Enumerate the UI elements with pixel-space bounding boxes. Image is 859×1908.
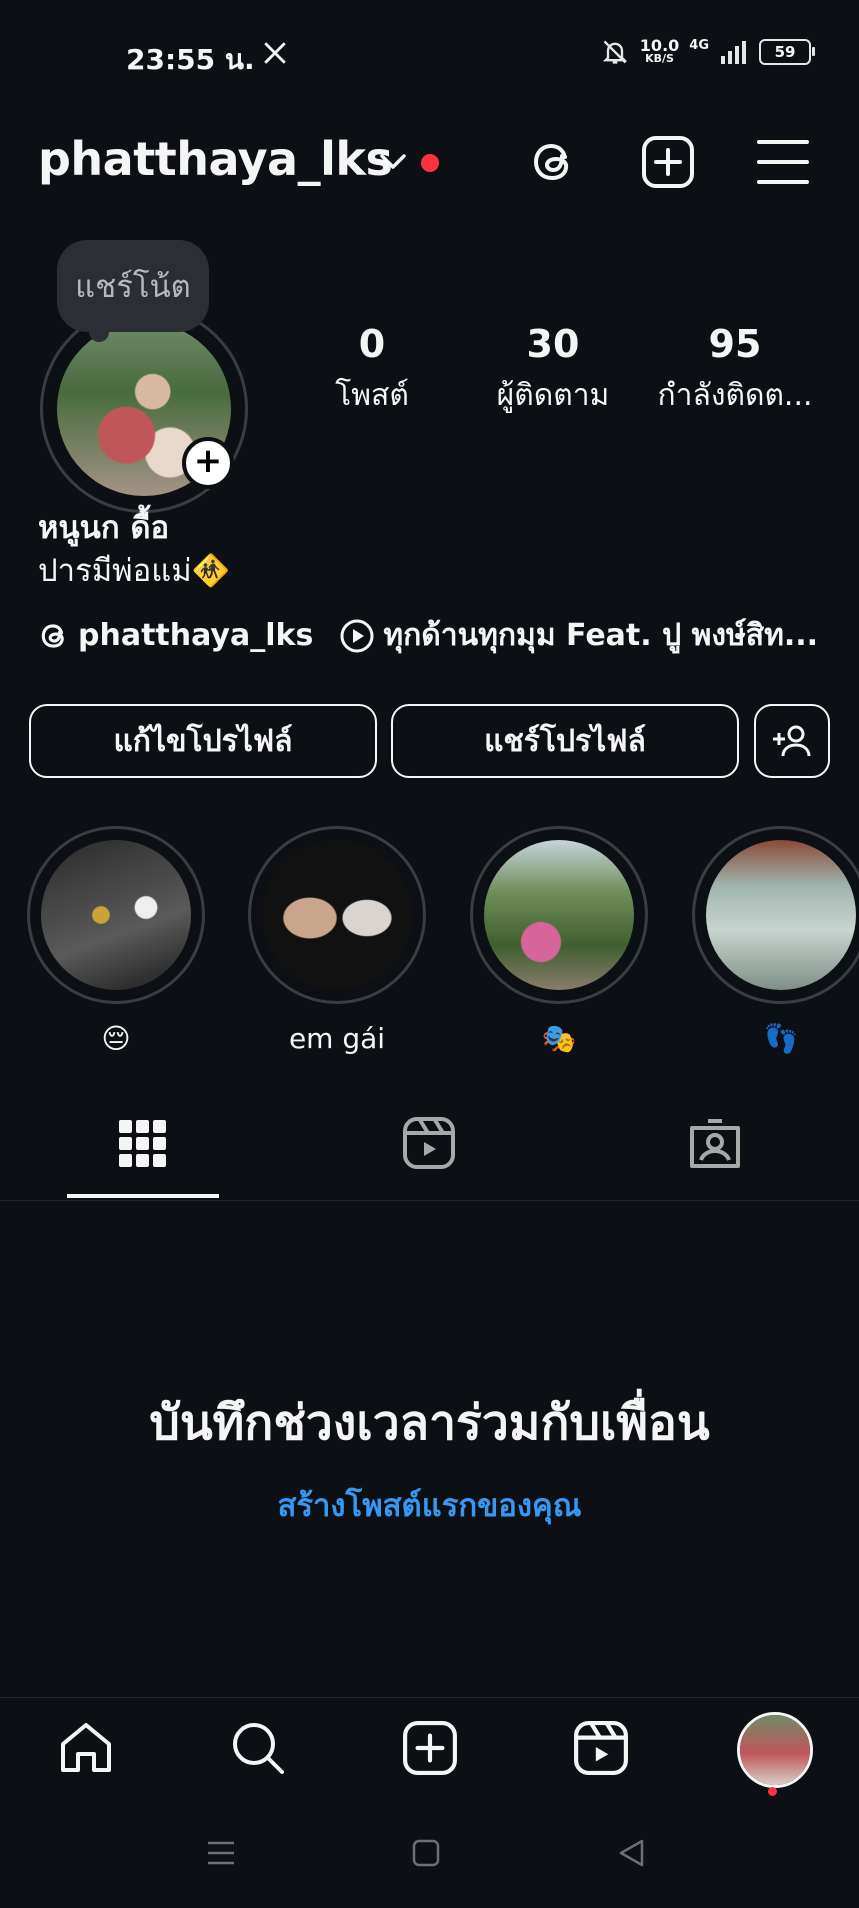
notification-dot [421,154,439,172]
net-speed: 10.0 KB/S [639,36,680,66]
edit-profile-button[interactable]: แก้ไขโปรไฟล์ [29,704,377,778]
back-icon[interactable] [616,1838,646,1868]
profile-nav-dot [768,1787,777,1796]
active-tab-indicator [67,1194,219,1198]
highlight-item[interactable]: 👣 [692,826,859,1055]
battery-indicator: 59 [759,39,815,65]
highlight-ring [692,826,859,1004]
create-first-post-link[interactable]: สร้างโพสต์แรกของคุณ [0,1480,859,1530]
share-profile-label: แชร์โปรไฟล์ [484,723,646,759]
tab-posts-grid[interactable] [117,1118,169,1170]
account-switcher-username[interactable]: phatthaya_lks [38,132,393,186]
highlight-cover [484,840,634,990]
tab-reels[interactable] [402,1116,456,1170]
home-system-icon[interactable] [411,1838,441,1868]
share-note-bubble[interactable]: แชร์โน้ต [57,240,209,342]
create-post-nav-icon[interactable] [402,1720,458,1776]
share-profile-button[interactable]: แชร์โปรไฟล์ [391,704,739,778]
music-title: ทุกด้านทุกมุม Feat. ปู พงษ์สิท... [383,618,819,653]
reels-icon [402,1116,456,1170]
following-count: 95 [708,322,762,366]
highlight-label: 👣 [763,1022,799,1055]
posts-count: 0 [358,322,386,366]
following-stat[interactable]: 95 กำลังติดต... [645,322,825,419]
followers-count: 30 [526,322,580,366]
highlight-label: em gái [288,1022,386,1055]
tab-tagged[interactable] [688,1116,742,1170]
discover-people-button[interactable] [754,704,830,778]
highlight-ring [248,826,426,1004]
search-icon[interactable] [230,1720,286,1776]
note-text: แชร์โน้ต [75,269,191,305]
status-time: 23:55 น. [126,43,255,76]
profile-bio: ปารมีพ่อแม่🚸 [38,553,231,589]
empty-state-title: บันทึกช่วงเวลาร่วมกับเพื่อน [149,1395,710,1451]
highlight-label: 😔 [101,1022,131,1055]
add-person-icon [772,724,812,758]
followers-label: ผู้ติดตาม [496,378,610,413]
chevron-down-icon[interactable] [378,152,408,172]
highlight-cover [262,840,412,990]
profile-nav-avatar-image [740,1715,810,1785]
network-type: 4G [689,38,709,53]
net-speed-unit: KB/S [645,52,674,65]
threads-small-icon [38,619,70,653]
grid-icon [117,1118,169,1170]
net-speed-value: 10.0 [639,36,680,55]
reels-nav-icon[interactable] [573,1720,629,1776]
highlight-ring [27,826,205,1004]
tab-divider [0,1200,859,1201]
highlight-item[interactable]: em gái [248,826,426,1055]
x-logo-icon [262,40,288,66]
bottom-nav-divider [0,1697,859,1698]
threads-badge[interactable]: phatthaya_lks [38,618,313,653]
followers-stat[interactable]: 30 ผู้ติดตาม [463,322,643,419]
posts-label: โพสต์ [335,378,409,413]
profile-music[interactable]: ทุกด้านทุกมุม Feat. ปู พงษ์สิท... [339,612,818,659]
recent-apps-icon[interactable] [206,1838,236,1868]
highlight-item[interactable]: 😔 [27,826,205,1055]
highlight-cover [706,840,856,990]
highlight-cover [41,840,191,990]
highlight-label: 🎭 [541,1022,577,1055]
profile-links: phatthaya_lks ทุกด้านทุกมุม Feat. ปู พงษ… [38,612,818,659]
highlight-ring [470,826,648,1004]
mute-icon [600,38,630,66]
home-icon[interactable] [58,1720,114,1776]
highlight-item[interactable]: 🎭 [470,826,648,1055]
tagged-icon [688,1116,742,1170]
play-icon [339,618,375,654]
signal-icon [719,40,749,64]
posts-stat[interactable]: 0 โพสต์ [282,322,462,419]
battery-level: 59 [774,43,796,61]
add-story-plus-icon[interactable]: + [182,437,234,489]
profile-nav-avatar[interactable] [737,1712,813,1788]
create-icon[interactable] [641,135,695,189]
threads-handle: phatthaya_lks [78,618,314,653]
threads-icon[interactable] [528,135,578,189]
menu-icon[interactable] [757,138,809,186]
edit-profile-label: แก้ไขโปรไฟล์ [113,723,293,759]
following-label: กำลังติดต... [657,378,813,413]
status-indicators: 10.0 KB/S 4G 59 [600,36,815,66]
